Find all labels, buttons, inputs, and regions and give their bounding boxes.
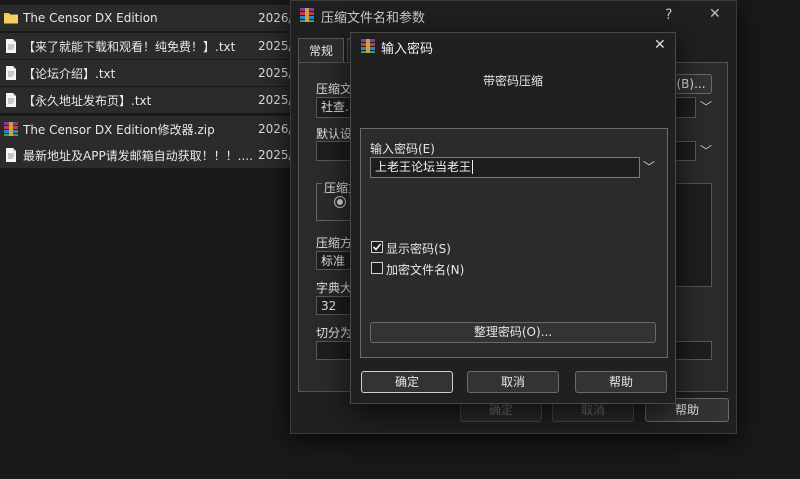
text-file-icon <box>6 148 16 162</box>
chevron-down-icon[interactable]: ﹀ <box>643 158 655 175</box>
file-row[interactable]: 【来了就能下载和观看！纯免费！】.txt 2025/ <box>0 33 300 59</box>
winrar-icon <box>361 39 375 53</box>
file-name: 【来了就能下载和观看！纯免费！】.txt <box>23 39 236 54</box>
dictionary-size-label: 字典大 <box>316 281 353 295</box>
default-profile-label: 默认设 <box>316 127 353 141</box>
folder-icon <box>4 13 18 24</box>
ok-button[interactable]: 确定 <box>361 371 453 393</box>
show-password-label: 显示密码(S) <box>386 242 451 256</box>
chevron-down-icon[interactable]: ﹀ <box>700 142 712 159</box>
browse-button[interactable]: (B)... <box>670 74 712 94</box>
file-name: 最新地址及APP请发邮箱自动获取！！！.... <box>23 148 253 163</box>
archive-name-label: 压缩文 <box>316 82 353 96</box>
file-row[interactable]: 【论坛介绍】.txt 2025/ <box>0 60 300 86</box>
dialog-title: 压缩文件名和参数 <box>321 11 426 26</box>
radio-rar[interactable] <box>334 196 346 208</box>
password-value: 上老王论坛当老王 <box>375 160 472 174</box>
method-label: 压缩方 <box>316 236 353 250</box>
text-file-icon <box>6 39 16 53</box>
close-button[interactable]: ✕ <box>654 37 666 53</box>
tab-general[interactable]: 常规 <box>298 38 345 62</box>
text-file-icon <box>6 66 16 80</box>
organize-passwords-button[interactable]: 整理密码(O)... <box>370 322 656 343</box>
text-cursor <box>472 160 474 174</box>
winrar-archive-icon <box>4 122 18 136</box>
encrypt-filenames-checkbox[interactable] <box>371 262 383 274</box>
file-name: The Censor DX Edition <box>23 11 158 25</box>
chevron-down-icon[interactable]: ﹀ <box>700 98 712 115</box>
password-label: 输入密码(E) <box>370 142 435 156</box>
tab-label: 常规 <box>309 44 334 58</box>
help-button[interactable]: 帮助 <box>575 371 667 393</box>
winrar-icon <box>300 8 314 22</box>
checkmark-icon <box>372 243 382 251</box>
dialog-subtitle: 带密码压缩 <box>482 74 543 88</box>
help-button[interactable]: ? <box>665 7 672 23</box>
file-row[interactable]: 最新地址及APP请发邮箱自动获取！！！.... 2025/ <box>0 142 300 168</box>
file-name: 【论坛介绍】.txt <box>23 66 116 81</box>
close-button[interactable]: ✕ <box>709 6 721 22</box>
password-input[interactable]: 上老王论坛当老王 <box>370 157 640 178</box>
file-row[interactable]: The Censor DX Edition 2026/ <box>0 5 300 31</box>
dialog-title: 输入密码 <box>381 42 434 57</box>
cancel-button[interactable]: 取消 <box>467 371 559 393</box>
file-name: The Censor DX Edition修改器.zip <box>23 122 215 137</box>
file-row[interactable]: The Censor DX Edition修改器.zip 2026/ <box>0 116 300 142</box>
split-volumes-label: 切分为 <box>316 326 353 340</box>
encrypt-filenames-label: 加密文件名(N) <box>386 263 465 277</box>
options-list[interactable] <box>674 183 712 287</box>
show-password-checkbox[interactable] <box>371 241 383 253</box>
text-file-icon <box>6 93 16 107</box>
file-row[interactable]: 【永久地址发布页】.txt 2025/ <box>0 87 300 113</box>
file-name: 【永久地址发布页】.txt <box>23 93 152 108</box>
